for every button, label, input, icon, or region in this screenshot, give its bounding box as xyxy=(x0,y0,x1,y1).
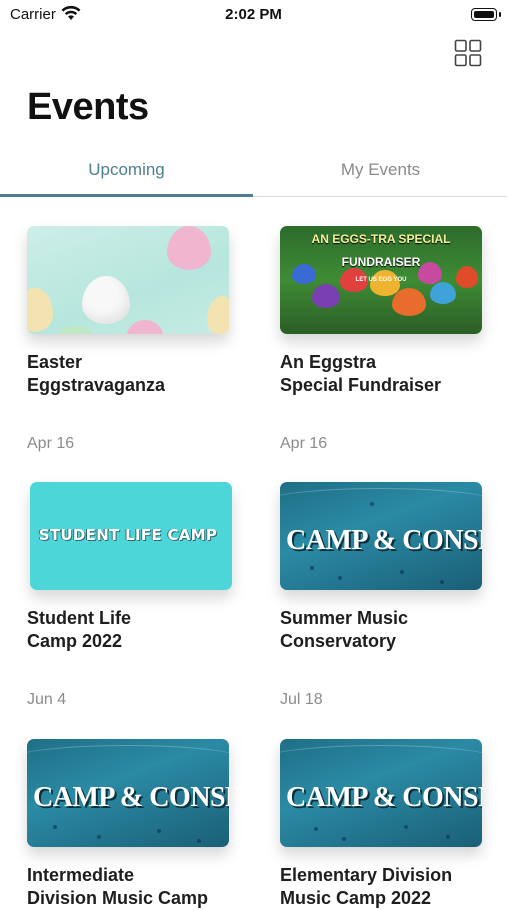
event-date: Jun 4 xyxy=(27,691,67,708)
image-text: CAMP & CONSERV xyxy=(286,782,482,813)
battery-cap xyxy=(499,12,501,17)
grid-icon xyxy=(454,39,482,67)
event-title-line-1: Intermediate xyxy=(27,865,135,885)
event-date: Apr 16 xyxy=(280,435,328,452)
event-title-line-1: An Eggstra xyxy=(280,352,377,372)
event-thumbnail: CAMP & CONSERV xyxy=(27,739,229,847)
event-card-elementary-division-music-camp[interactable]: CAMP & CONSERV Elementary Division Music… xyxy=(280,739,482,910)
event-title: Easter Eggstravaganza xyxy=(27,351,229,397)
tab-upcoming[interactable]: Upcoming xyxy=(0,148,253,197)
event-thumbnail: AN EGGS-TRA SPECIAL FUNDRAISER LET US EG… xyxy=(280,226,482,334)
clock: 2:02 PM xyxy=(225,6,282,23)
event-title-line-2: Division Music Camp xyxy=(27,888,209,908)
event-card-easter-eggstravaganza[interactable]: Easter Eggstravaganza Apr 16 xyxy=(27,226,229,452)
event-card-intermediate-division-music-camp[interactable]: CAMP & CONSERV Intermediate Division Mus… xyxy=(27,739,229,910)
page-title: Events xyxy=(27,86,149,128)
image-text: CAMP & CONSERV xyxy=(286,525,482,556)
event-title: An Eggstra Special Fundraiser xyxy=(280,351,482,397)
image-text: CAMP & CONSERV xyxy=(33,782,229,813)
event-card-student-life-camp[interactable]: STUDENT LIFE CAMP Student Life Camp 2022… xyxy=(27,482,232,708)
event-title: Student Life Camp 2022 xyxy=(27,607,229,653)
image-text-line-1: AN EGGS-TRA SPECIAL xyxy=(311,232,451,246)
battery-icon xyxy=(471,8,497,21)
event-date: Apr 16 xyxy=(27,435,75,452)
event-title-line-2: Music Camp 2022 xyxy=(280,888,432,908)
event-thumbnail: STUDENT LIFE CAMP xyxy=(30,482,232,590)
event-card-eggstra-special-fundraiser[interactable]: AN EGGS-TRA SPECIAL FUNDRAISER LET US EG… xyxy=(280,226,482,452)
event-title: Intermediate Division Music Camp xyxy=(27,864,229,910)
grid-view-toggle-button[interactable] xyxy=(454,39,482,67)
event-date: Jul 18 xyxy=(280,691,323,708)
image-text: STUDENT LIFE CAMP xyxy=(38,526,218,544)
event-title: Summer Music Conservatory xyxy=(280,607,482,653)
tab-bar: Upcoming My Events xyxy=(0,148,507,197)
event-title-line-1: Elementary Division xyxy=(280,865,453,885)
event-title-line-1: Easter xyxy=(27,352,83,372)
event-title-line-2: Camp 2022 xyxy=(27,631,123,651)
image-text-line-2: FUNDRAISER xyxy=(341,255,421,269)
status-bar: Carrier 2:02 PM xyxy=(0,0,507,30)
event-title-line-2: Special Fundraiser xyxy=(280,375,442,395)
tab-my-events[interactable]: My Events xyxy=(254,148,507,194)
event-thumbnail xyxy=(27,226,229,334)
image-text-line-3: LET US EGG YOU xyxy=(355,277,407,283)
event-title-line-1: Summer Music xyxy=(280,608,409,628)
event-title-line-2: Eggstravaganza xyxy=(27,375,166,395)
event-title: Elementary Division Music Camp 2022 xyxy=(280,864,482,910)
event-title-line-2: Conservatory xyxy=(280,631,397,651)
event-thumbnail: CAMP & CONSERV xyxy=(280,482,482,590)
event-thumbnail: CAMP & CONSERV xyxy=(280,739,482,847)
event-title-line-1: Student Life xyxy=(27,608,131,628)
event-card-summer-music-conservatory[interactable]: CAMP & CONSERV Summer Music Conservatory… xyxy=(280,482,482,708)
